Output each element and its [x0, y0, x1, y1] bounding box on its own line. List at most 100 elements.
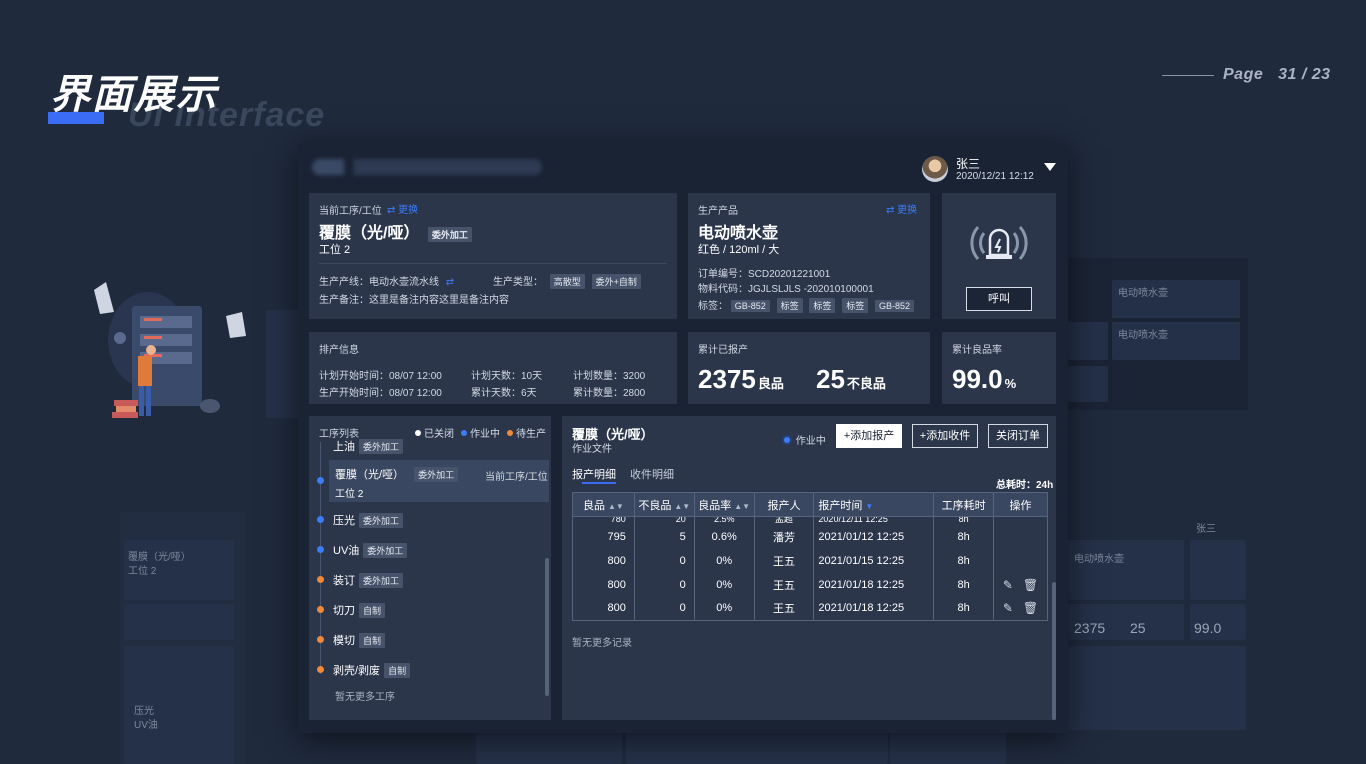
tab-receive-detail[interactable]: 收件明细 [630, 466, 674, 482]
yield-value: 99.0% [952, 364, 1017, 394]
production-type: 生产类型： 高散型 委外+自制 [493, 273, 641, 289]
close-order-button[interactable]: 关闭订单 [988, 424, 1048, 448]
process-list-scrollbar[interactable] [545, 558, 549, 696]
process-item[interactable]: UV油 委外加工 [333, 542, 408, 558]
bg-right-text: 张三 [1196, 524, 1216, 535]
user-datetime: 2020/12/21 12:12 [956, 171, 1034, 182]
product-title: 电动喷水壶 [698, 225, 779, 242]
user-name: 张三 [956, 157, 981, 171]
bg-screen-bottom [476, 730, 622, 764]
production-note: 生产备注：这里是备注内容这里是备注内容 [319, 295, 509, 306]
avatar[interactable] [922, 156, 948, 182]
worker-illustration [94, 282, 246, 418]
edit-icon[interactable]: ✎ [1003, 578, 1013, 592]
product-card: 生产产品 ⇄ 更换 电动喷水壶 红色 / 120ml / 大 订单编号：SCD2… [688, 193, 930, 319]
col-duration: 工序耗时 [933, 492, 995, 517]
tab-active-underline [582, 482, 616, 484]
table-row: 800 0 0% 王五 2021/01/18 12:25 8h ✎ 🗑 [572, 572, 1048, 597]
process-tag: 委外加工 [427, 227, 472, 242]
page-number: Page 31 / 23 [1223, 66, 1331, 83]
production-line: 生产产线：电动水壶流水线 ⇄ [319, 277, 455, 288]
table-empty: 暂无更多记录 [572, 638, 632, 649]
change-process-link[interactable]: ⇄ 更换 [387, 201, 418, 216]
call-card: 呼叫 [942, 193, 1056, 319]
call-button[interactable]: 呼叫 [966, 287, 1032, 311]
legend-closed: 已关闭 [415, 425, 454, 440]
sort-icon: ▼ [865, 501, 874, 511]
legend-working: 作业中 [461, 425, 500, 440]
current-process-label: 当前工序/工位 [319, 206, 382, 217]
process-item[interactable]: 切刀 自制 [333, 602, 386, 618]
yield-label: 累计良品率 [952, 345, 1002, 356]
add-receive-button[interactable]: +添加收件 [912, 424, 978, 448]
col-time[interactable]: 报产时间 ▼ [813, 492, 935, 517]
process-item[interactable]: 压光 委外加工 [333, 512, 404, 528]
plan-qty: 计划数量：3200 [573, 371, 646, 382]
acc-qty: 累计数量：2800 [573, 388, 646, 399]
bg-screen-right-card [1068, 322, 1108, 360]
bg-left-text: 压光 [134, 706, 154, 717]
process-item[interactable]: 上油 委外加工 [333, 438, 404, 454]
status-dot-working [317, 516, 324, 523]
bg-screen-left-card [124, 604, 234, 640]
plan-start: 计划开始时间：08/07 12:00 [319, 371, 442, 382]
process-item[interactable]: 剥壳/剥废 自制 [333, 662, 411, 678]
caret-down-icon[interactable] [1044, 163, 1056, 171]
table-row: 795 5 0.6% 潘芳 2021/01/12 12:25 8h [572, 524, 1048, 549]
plan-days: 计划天数：10天 [471, 371, 543, 382]
report-table: 良品 ▲▼ 不良品 ▲▼ 良品率 ▲▼ 报产人 报产时间 ▼ 工序耗时 操作 780 2… [572, 492, 1048, 621]
swap-icon[interactable]: ⇄ [446, 277, 454, 288]
col-rate[interactable]: 良品率 ▲▼ [693, 492, 755, 517]
material-code: 物料代码：JGJLSLJLS -202010100001 [698, 284, 874, 295]
schedule-card: 排产信息 计划开始时间：08/07 12:00 计划天数：10天 计划数量：32… [309, 332, 677, 404]
delete-icon[interactable]: 🗑 [1023, 601, 1038, 615]
bg-screen-right-card [1068, 646, 1246, 730]
process-list-empty: 暂无更多工序 [335, 692, 395, 703]
process-item[interactable]: 模切 自制 [333, 632, 386, 648]
current-process-title: 覆膜（光/哑） 委外加工 [319, 219, 472, 243]
schedule-label: 排产信息 [319, 345, 359, 356]
bg-screen-right-card [1068, 540, 1184, 600]
col-good[interactable]: 良品 ▲▼ [572, 492, 635, 517]
status-dot-pending [317, 666, 324, 673]
current-process-card: 当前工序/工位 ⇄ 更换 覆膜（光/哑） 委外加工 工位 2 生产产线：电动水壶… [309, 193, 677, 319]
product-tag: GB-852 [730, 300, 770, 312]
delete-icon[interactable]: 🗑 [1023, 578, 1038, 592]
bg-left-text: UV油 [134, 720, 158, 731]
product-tag: 标签 [776, 298, 803, 313]
status-dot-pending [317, 606, 324, 613]
col-bad[interactable]: 不良品 ▲▼ [633, 492, 695, 517]
swap-icon: ⇄ [886, 205, 895, 216]
bg-screen-bottom [626, 730, 888, 764]
change-product-link[interactable]: ⇄ 更换 [886, 201, 917, 216]
status-dot-working [317, 477, 324, 484]
legend-pending: 待生产 [507, 425, 546, 440]
table-row: 800 0 0% 王五 2021/01/15 12:25 8h [572, 548, 1048, 573]
type-tag: 高散型 [549, 274, 585, 289]
process-item[interactable]: 装订 委外加工 [333, 572, 404, 588]
table-row: 800 0 0% 王五 2021/01/18 12:25 8h ✎ 🗑 [572, 596, 1048, 621]
reported-label: 累计已报产 [698, 345, 748, 356]
bg-screen-bottom [890, 730, 1006, 764]
detail-status: 作业中 [784, 432, 826, 447]
tab-report-detail[interactable]: 报产明细 [572, 466, 616, 482]
swap-icon: ⇄ [387, 205, 396, 216]
bg-right-stat: 25 [1130, 620, 1146, 636]
total-time: 总耗时：24h [996, 480, 1054, 491]
station-label: 工位 2 [319, 244, 351, 256]
page-title: 界面展示 [50, 73, 218, 117]
table-row: 780 20 2.5% 孟超 2020/12/11 12:25 8h [572, 516, 1048, 525]
detail-scrollbar[interactable] [1052, 582, 1056, 720]
product-tags: 标签： GB-852 标签 标签 标签 GB-852 [698, 297, 915, 313]
process-item-current[interactable]: 覆膜（光/哑） 委外加工 工位 2 当前工序/工位 [329, 460, 549, 502]
sort-icon: ▲▼ [674, 501, 691, 511]
bg-left-text: 覆膜（光/哑） [128, 552, 191, 563]
product-tag: 标签 [842, 298, 869, 313]
product-tag: GB-852 [874, 300, 915, 312]
edit-icon[interactable]: ✎ [1003, 601, 1013, 615]
company-logo [312, 159, 542, 175]
current-marker: 当前工序/工位 [485, 472, 548, 483]
reported-card: 累计已报产 2375 良品 25 不良品 [688, 332, 930, 404]
detail-card: 覆膜（光/哑） 作业文件 作业中 +添加报产 +添加收件 关闭订单 报产明细 收… [562, 416, 1056, 720]
add-report-button[interactable]: +添加报产 [836, 424, 902, 448]
